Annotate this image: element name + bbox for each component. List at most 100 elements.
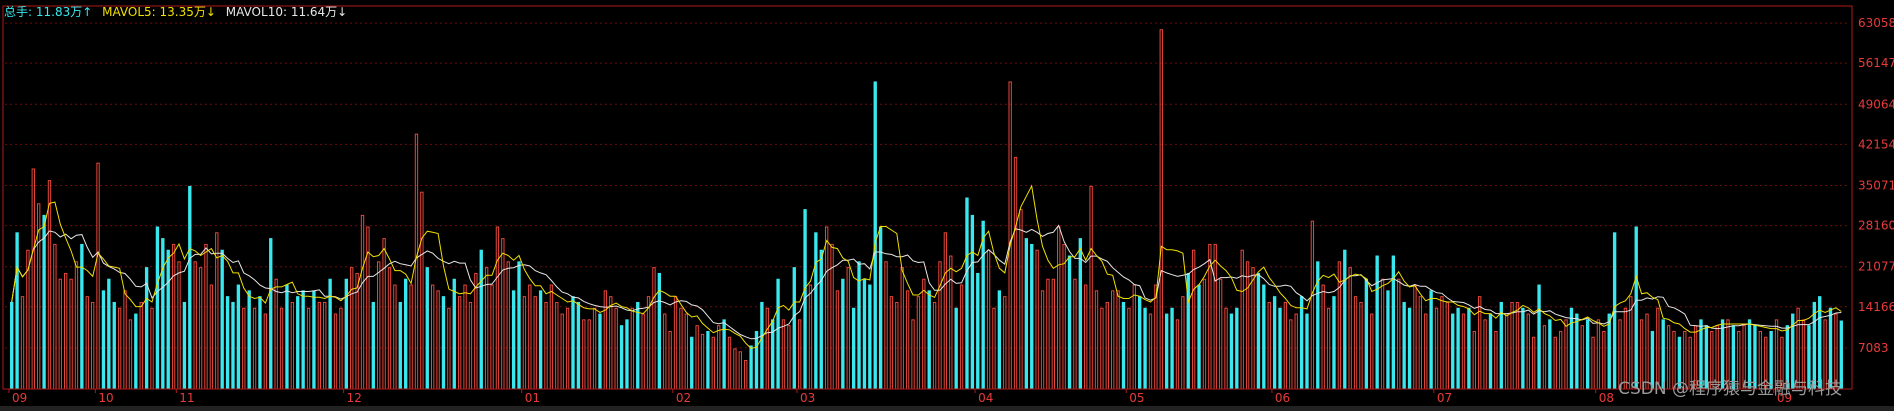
x-month-label: 09: [12, 391, 27, 405]
y-axis-ticks: 7083 14166 21077 28160 35071 42154 49064 56147 6…: [1858, 16, 1894, 355]
volume-bar-up: [47, 180, 52, 390]
volume-bar-down: [404, 278, 408, 389]
volume-bar-up: [31, 168, 35, 390]
volume-bar-up: [474, 272, 478, 390]
volume-bar-down: [1343, 249, 1347, 389]
volume-bar-up: [1283, 301, 1288, 390]
volume-bar-up: [1051, 278, 1056, 390]
volume-bar-up: [1413, 284, 1417, 390]
volume-bar-down: [954, 307, 958, 389]
volume-bar-down: [161, 238, 165, 389]
volume-bar-down: [965, 197, 969, 389]
volume-bar-up: [1240, 249, 1244, 390]
volume-bar-up: [889, 296, 894, 390]
x-month-label: 12: [347, 391, 362, 405]
y-tick-label: 14166: [1858, 300, 1894, 314]
volume-bar-up: [1191, 249, 1196, 390]
volume-bar-up: [360, 214, 365, 390]
volume-bar-down: [1138, 296, 1142, 389]
volume-bar-down: [1429, 290, 1433, 389]
y-tick-label: 63058: [1858, 16, 1894, 30]
volume-bar-up: [916, 296, 921, 390]
volume-bar-down: [619, 325, 624, 389]
volume-bar-up: [204, 243, 208, 390]
volume-bar-up: [1202, 278, 1207, 390]
volume-bar-up: [53, 243, 57, 390]
grid-lines: [5, 22, 1850, 349]
volume-bar-up: [1267, 301, 1271, 390]
volume-bar-up: [1526, 313, 1530, 390]
volume-bar-down: [107, 278, 111, 389]
volume-bar-down: [1467, 307, 1471, 389]
volume-bar-up: [1057, 226, 1061, 390]
volume-bar-down: [155, 226, 160, 389]
volume-bar-up: [1062, 243, 1066, 390]
volume-bar-up: [717, 325, 721, 390]
volume-bar-up: [1181, 296, 1185, 390]
volume-bar-down: [1634, 226, 1638, 389]
volume-bar-up: [1218, 278, 1223, 390]
volume-bar-up: [1046, 278, 1050, 390]
volume-bar-up: [1359, 301, 1363, 390]
volume-bar-up: [684, 313, 689, 390]
volume-bar-up: [830, 243, 834, 390]
volume-bar-up: [1596, 319, 1601, 390]
volume-bar-up: [900, 267, 904, 390]
volume-bar-down: [371, 301, 375, 389]
volume-bar-up: [150, 307, 154, 390]
volume-bar-up: [932, 301, 937, 390]
volume-bar-up: [1094, 290, 1099, 390]
volume-bar-up: [1003, 296, 1007, 390]
volume-bar-down: [1030, 243, 1034, 389]
volume-bar-up: [377, 261, 381, 390]
volume-bar-up: [1013, 156, 1018, 390]
volume-bar-up: [905, 290, 910, 390]
volume-bar-up: [614, 307, 618, 390]
volume-bar-up: [938, 261, 942, 390]
volume-bar-up: [700, 333, 705, 390]
volume-bar-up: [727, 336, 732, 390]
volume-bar-up: [1116, 290, 1120, 390]
volume-bar-up: [1159, 29, 1163, 390]
bottom-toolbar-strip: [0, 406, 1894, 411]
volume-bar-down: [166, 249, 170, 389]
volume-bar-up: [436, 290, 440, 390]
volume-bar-down: [571, 296, 575, 389]
volume-bar-down: [42, 214, 46, 389]
volume-bar-down: [878, 226, 883, 389]
volume-bar-up: [1089, 185, 1093, 390]
x-month-label: 08: [1599, 391, 1614, 405]
volume-bar-up: [587, 319, 591, 390]
x-month-label: 06: [1275, 391, 1290, 405]
volume-bar-down: [1402, 301, 1406, 389]
volume-bar-down: [269, 238, 273, 389]
volume-bar-up: [797, 319, 802, 390]
volume-bar-up: [1434, 307, 1439, 390]
volume-bar-up: [630, 307, 635, 390]
volume-bar-down: [1575, 313, 1579, 389]
volume-bar-up: [1353, 296, 1358, 390]
volume-bar-up: [1397, 278, 1401, 390]
volume-bar-down: [598, 313, 602, 389]
volume-bar-down: [1170, 307, 1174, 389]
volume-bar-up: [592, 307, 597, 390]
volume-bar-down: [1521, 307, 1525, 389]
volume-bar-down: [1569, 307, 1574, 389]
volume-bar-down: [754, 330, 759, 389]
volume-bar-down: [1386, 290, 1390, 389]
volume-bar-down: [301, 290, 305, 389]
volume-bar-up: [63, 272, 68, 390]
volume-bar-up: [117, 307, 122, 390]
volume-bar-up: [1553, 336, 1557, 390]
volume-bar-up: [1370, 313, 1374, 390]
volume-bar-down: [479, 249, 483, 389]
volume-bar-down: [188, 185, 192, 389]
volume-bar-up: [506, 261, 510, 390]
x-month-label: 05: [1129, 391, 1144, 405]
volume-bar-up: [20, 296, 25, 390]
volume-bar-up: [1084, 284, 1088, 390]
volume-bar-up: [1148, 313, 1153, 390]
volume-bar-down: [511, 290, 516, 389]
volume-bar-up: [1251, 267, 1255, 390]
volume-bar-up: [781, 319, 786, 390]
